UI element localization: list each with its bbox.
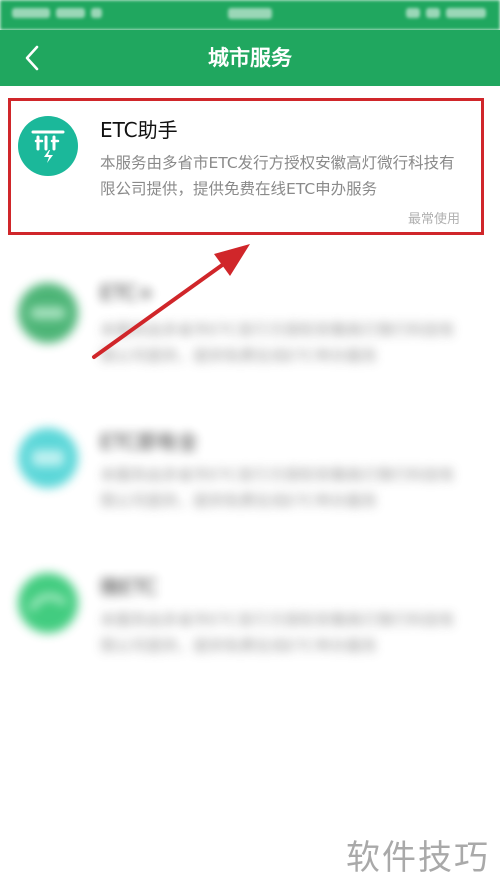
service-description: 本服务由多省市ETC发行方授权安徽高灯微行科技有限公司提供，提供免费在线ETC申…: [100, 321, 455, 365]
service-description: 本服务由多省市ETC发行方授权安徽高灯微行科技有限公司提供，提供免费在线ETC申…: [100, 466, 455, 510]
etc-recharge-logo-icon: [32, 450, 64, 466]
status-bar: [0, 0, 500, 30]
battery-indicator: [406, 8, 486, 18]
service-item-etc-plus[interactable]: ETC+ 本服务由多省市ETC发行方授权安徽高灯微行科技有限公司提供，提供免费在…: [0, 265, 500, 405]
usage-badge: 最常使用: [407, 212, 460, 227]
micro-etc-logo-icon: [18, 573, 78, 633]
micro-etc-logo-icon: [29, 594, 67, 611]
service-name: ETC即有全: [100, 430, 198, 454]
clock: [228, 8, 272, 19]
service-item-etc-recharge[interactable]: ETC即有全 本服务由多省市ETC发行方授权安徽高灯微行科技有限公司提供，提供免…: [0, 410, 500, 550]
etc-helper-logo-icon: [31, 130, 65, 163]
carrier-signal: [12, 8, 102, 20]
service-name: 微ETC: [100, 575, 158, 599]
service-item-etc-helper[interactable]: ETC助手 本服务由多省市ETC发行方授权安徽高灯微行科技有限公司提供，提供免费…: [0, 98, 500, 238]
nav-bar: 城市服务: [0, 30, 500, 86]
etc-recharge-logo-icon: [18, 428, 78, 488]
service-description: 本服务由多省市ETC发行方授权安徽高灯微行科技有限公司提供，提供免费在线ETC申…: [100, 611, 455, 655]
watermark: 软件技巧: [346, 838, 490, 878]
service-description: 本服务由多省市ETC发行方授权安徽高灯微行科技有限公司提供，提供免费在线ETC申…: [100, 154, 455, 198]
etc-helper-logo-icon: [18, 116, 78, 176]
service-name: ETC+: [100, 281, 155, 305]
page-title: 城市服务: [208, 46, 292, 70]
etc-logo-icon: [18, 283, 78, 343]
etc-logo-icon: [30, 307, 66, 319]
service-item-micro-etc[interactable]: 微ETC 本服务由多省市ETC发行方授权安徽高灯微行科技有限公司提供，提供免费在…: [0, 555, 500, 695]
service-name: ETC助手: [100, 118, 178, 142]
